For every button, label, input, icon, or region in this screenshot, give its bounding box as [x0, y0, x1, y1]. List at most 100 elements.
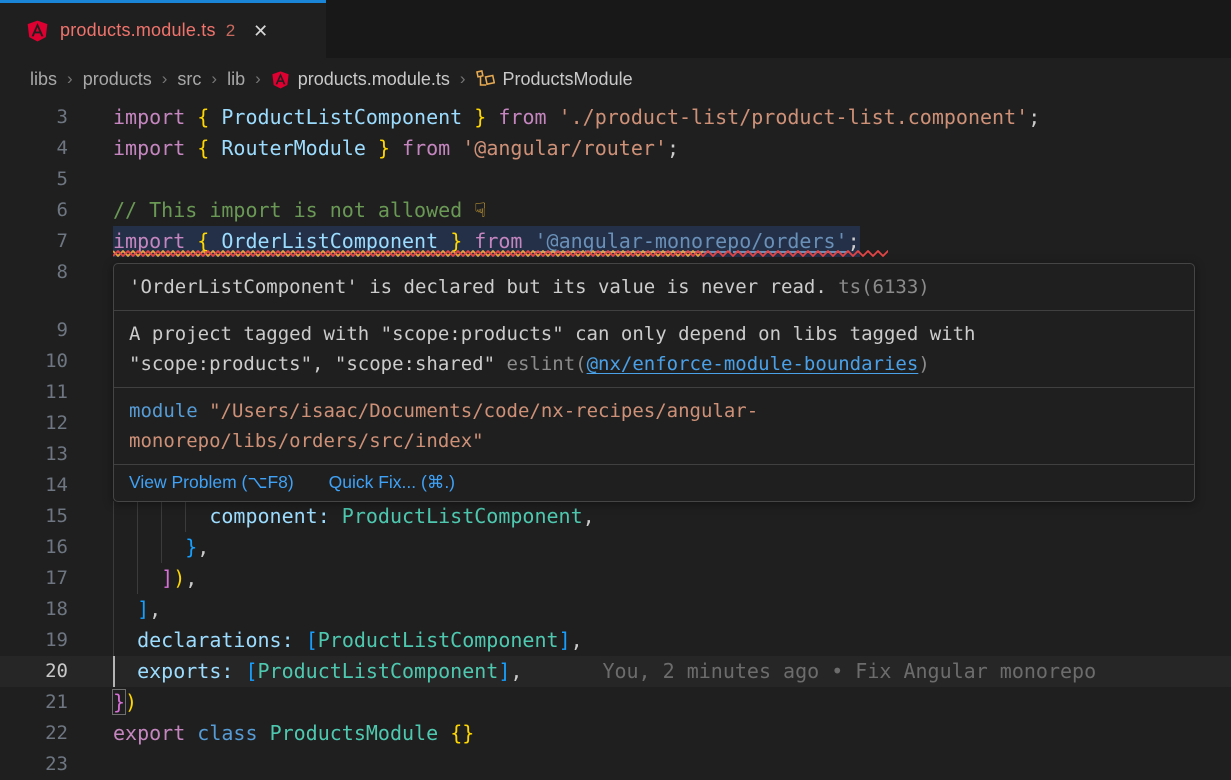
code-token [438, 229, 450, 253]
indent-guide [161, 501, 162, 532]
indent-guide [113, 532, 114, 563]
code-token [438, 721, 450, 745]
code-token [462, 105, 474, 129]
chevron-right-icon: › [460, 69, 466, 89]
code-token: ] [161, 566, 173, 590]
code-token: OrderListComponent [221, 229, 438, 253]
code-token [390, 136, 402, 160]
chevron-right-icon: › [211, 69, 217, 89]
line-number: 9 [0, 315, 68, 346]
hover-ts-message: 'OrderListComponent' is declared but its… [114, 264, 1194, 311]
breadcrumb-item-libs[interactable]: libs [30, 69, 57, 90]
code-token [450, 136, 462, 160]
close-icon[interactable]: ✕ [253, 22, 268, 40]
code-token: export [113, 721, 185, 745]
tab-error-count: 2 [226, 21, 235, 41]
code-token [366, 136, 378, 160]
code-token [185, 136, 197, 160]
eslint-rule-link[interactable]: @nx/enforce-module-boundaries [587, 353, 919, 375]
line-number: 19 [0, 625, 68, 656]
code-line[interactable]: 19 declarations: [ProductListComponent], [0, 625, 1231, 656]
code-token: ) [125, 690, 137, 714]
tab-products-module[interactable]: products.module.ts 2 ✕ [0, 0, 326, 58]
code-line[interactable]: 16 }, [0, 532, 1231, 563]
code-line[interactable]: 7import { OrderListComponent } from '@an… [0, 226, 1231, 257]
code-token: ProductListComponent [221, 105, 462, 129]
hover-status-bar: View Problem (⌥F8) Quick Fix... (⌘.) [114, 465, 1194, 501]
breadcrumb-item-lib[interactable]: lib [227, 69, 245, 90]
code-token [209, 229, 221, 253]
quick-fix-button[interactable]: Quick Fix... (⌘.) [329, 472, 455, 492]
code-content [68, 749, 1231, 780]
line-number: 18 [0, 594, 68, 625]
code-token: , [571, 628, 583, 652]
code-token [486, 105, 498, 129]
code-token [209, 136, 221, 160]
code-line[interactable]: 15 component: ProductListComponent, [0, 501, 1231, 532]
code-token: , [149, 597, 161, 621]
code-line[interactable]: 5 [0, 164, 1231, 195]
code-line[interactable]: 4import { RouterModule } from '@angular/… [0, 133, 1231, 164]
chevron-right-icon: › [67, 69, 73, 89]
code-token: ProductListComponent [342, 504, 583, 528]
code-token: ; [1028, 105, 1040, 129]
line-number: 11 [0, 377, 68, 408]
code-token: ] [137, 597, 149, 621]
code-token: {} [450, 721, 474, 745]
code-token [522, 229, 534, 253]
code-token: ) [173, 566, 185, 590]
code-content: declarations: [ProductListComponent], [68, 625, 1231, 656]
code-token [113, 597, 137, 621]
indent-guide [137, 501, 138, 532]
indent-guide [185, 501, 186, 532]
code-token: } [378, 136, 390, 160]
line-number: 5 [0, 164, 68, 195]
code-token: import [113, 105, 185, 129]
code-token: ProductListComponent [318, 628, 559, 652]
breadcrumb: libs › products › src › lib › products.m… [0, 58, 1231, 100]
view-problem-button[interactable]: View Problem (⌥F8) [129, 472, 294, 492]
code-token: ; [848, 229, 860, 253]
breadcrumb-file-label: products.module.ts [298, 69, 450, 90]
code-line[interactable]: 20 exports: [ProductListComponent],You, … [0, 656, 1231, 687]
code-token: } [113, 690, 125, 714]
breadcrumb-item-symbol[interactable]: ProductsModule [476, 69, 633, 90]
code-token: ; [667, 136, 679, 160]
breadcrumb-item-src[interactable]: src [177, 69, 201, 90]
code-token [330, 504, 342, 528]
code-token: class [197, 721, 257, 745]
indent-guide [113, 625, 114, 656]
code-line[interactable]: 21}) [0, 687, 1231, 718]
code-token: , [510, 659, 522, 683]
code-token [113, 659, 137, 683]
indent-guide [113, 594, 114, 625]
breadcrumb-item-products[interactable]: products [83, 69, 152, 90]
code-token [547, 105, 559, 129]
hover-module-path: module "/Users/isaac/Documents/code/nx-r… [114, 388, 1194, 465]
angular-icon [26, 19, 49, 42]
line-number: 17 [0, 563, 68, 594]
code-line[interactable]: 6// This import is not allowed ☟ [0, 195, 1231, 226]
line-number: 13 [0, 439, 68, 470]
active-indent-guide [113, 656, 115, 687]
line-number: 14 [0, 470, 68, 501]
code-content: component: ProductListComponent, [68, 501, 1231, 532]
line-number: 12 [0, 408, 68, 439]
code-line[interactable]: 18 ], [0, 594, 1231, 625]
code-token: , [583, 504, 595, 528]
breadcrumb-item-file[interactable]: products.module.ts [271, 69, 450, 90]
tab-bar: products.module.ts 2 ✕ [0, 0, 1231, 58]
code-token: import [113, 136, 185, 160]
angular-icon [271, 70, 290, 89]
code-line[interactable]: 3import { ProductListComponent } from '.… [0, 102, 1231, 133]
breadcrumb-symbol-label: ProductsModule [503, 69, 633, 90]
code-token: ] [559, 628, 571, 652]
code-token: from [402, 136, 450, 160]
code-line[interactable]: 22export class ProductsModule {} [0, 718, 1231, 749]
code-content: export class ProductsModule {} [68, 718, 1231, 749]
code-token: declarations: [137, 628, 294, 652]
code-content: ], [68, 594, 1231, 625]
code-line[interactable]: 17 ]), [0, 563, 1231, 594]
code-line[interactable]: 23 [0, 749, 1231, 780]
code-content: }, [68, 532, 1231, 563]
